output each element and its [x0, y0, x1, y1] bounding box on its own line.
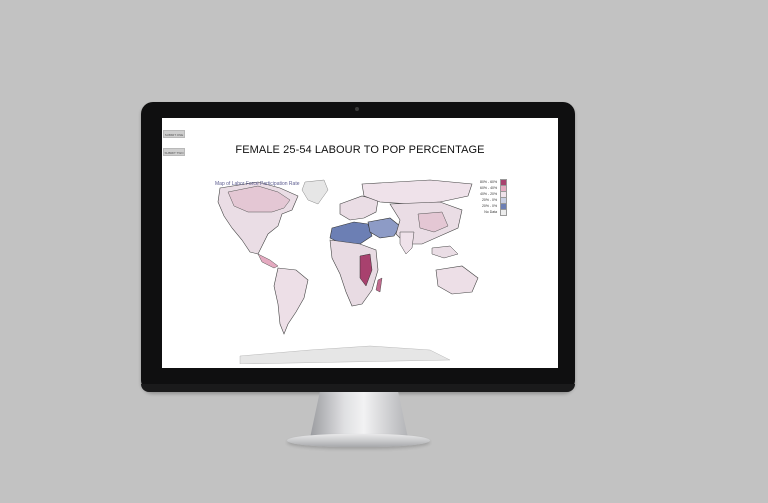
antarctica: [239, 345, 451, 364]
middle-east: [367, 217, 401, 239]
legend-label: 60% - 40%: [480, 186, 498, 190]
monitor-stand: [310, 392, 408, 438]
world-map: [217, 179, 479, 364]
legend-label: 20% - 0%: [481, 204, 498, 208]
legend-label: 20% - 0%: [481, 198, 498, 202]
screen: SUBMIT ONE SUBMIT TWO FEMALE 25-54 LABOU…: [162, 118, 558, 368]
monitor-chin: [141, 384, 575, 392]
legend-swatch: [500, 208, 508, 216]
madagascar: [375, 277, 383, 293]
india: [399, 231, 415, 255]
australia: [435, 265, 479, 295]
central-america: [257, 253, 279, 269]
south-america: [273, 267, 309, 335]
europe: [339, 195, 379, 221]
map-title: Map of Labor Force Participation Rate: [215, 181, 300, 187]
se-asia: [431, 245, 459, 259]
legend-label: 40% - 20%: [480, 192, 498, 196]
submit-one-button[interactable]: SUBMIT ONE: [163, 130, 185, 138]
page-title: FEMALE 25-54 LABOUR TO POP PERCENTAGE: [235, 144, 485, 156]
legend-label: No Data: [484, 210, 498, 214]
monitor-base: [287, 434, 430, 447]
legend-item: No Data: [480, 208, 508, 216]
webcam: [355, 107, 359, 111]
greenland: [301, 179, 329, 205]
map-legend: 80% - 60% 60% - 40% 40% - 20% 20% - 0% 2…: [480, 178, 508, 216]
legend-label: 80% - 60%: [480, 180, 498, 184]
monitor-frame: SUBMIT ONE SUBMIT TWO FEMALE 25-54 LABOU…: [141, 102, 575, 392]
russia: [361, 179, 473, 205]
